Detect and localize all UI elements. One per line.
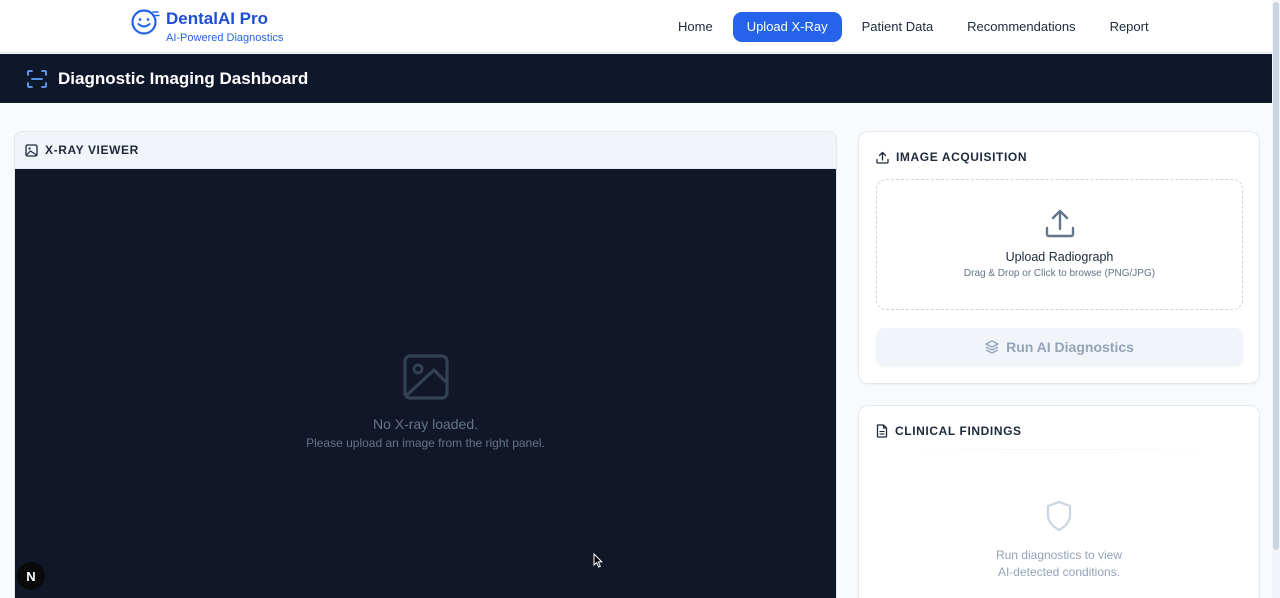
page-scrollbar[interactable] [1272,0,1280,598]
nav-recommendations[interactable]: Recommendations [953,12,1089,42]
upload-dropzone[interactable]: Upload Radiograph Drag & Drop or Click t… [876,179,1243,310]
xray-viewer-panel: X-RAY VIEWER No X-ray loaded. Please upl… [14,131,837,598]
findings-empty-line2: AI-detected conditions. [997,565,1121,579]
brand-name: DentalAI Pro [166,9,269,28]
nav-patient-data[interactable]: Patient Data [848,12,948,42]
brand-tagline: AI-Powered Diagnostics [166,32,284,44]
main-nav: Home Upload X-Ray Patient Data Recommend… [664,12,1169,42]
findings-empty-state: Run diagnostics to view AI-detected cond… [859,500,1259,581]
clinical-findings-card: CLINICAL FINDINGS Run diagnostics to vie… [858,405,1260,598]
nextjs-badge-label: N [26,568,36,584]
dropzone-title: Upload Radiograph [1005,250,1114,264]
image-icon [25,143,38,157]
image-placeholder-icon [402,354,449,400]
upload-icon [876,151,889,164]
layers-icon [985,340,999,354]
dashboard-header: Diagnostic Imaging Dashboard [0,54,1272,103]
nav-home[interactable]: Home [664,12,727,42]
shield-icon [1046,500,1072,532]
page-title: Diagnostic Imaging Dashboard [58,68,309,88]
clinical-findings-title: CLINICAL FINDINGS [895,424,1022,438]
image-acquisition-card: IMAGE ACQUISITION Upload Radiograph Drag… [858,131,1260,384]
xray-empty-title: No X-ray loaded. [372,416,479,432]
xray-viewer-header: X-RAY VIEWER [15,132,836,169]
image-acquisition-title: IMAGE ACQUISITION [896,150,1028,164]
dropzone-subtitle: Drag & Drop or Click to browse (PNG/JPG) [963,268,1156,279]
xray-empty-subtitle: Please upload an image from the right pa… [306,436,545,450]
mouse-cursor-icon [593,553,603,568]
nav-report[interactable]: Report [1096,12,1163,42]
document-icon [876,424,888,438]
scrollbar-thumb[interactable] [1273,2,1279,550]
nav-upload-xray[interactable]: Upload X-Ray [732,12,842,42]
xray-empty-state: No X-ray loaded. Please upload an image … [15,353,836,450]
scan-icon [27,69,47,88]
findings-empty-line1: Run diagnostics to view [995,548,1123,562]
findings-divider [876,449,1243,450]
smile-tooth-icon [131,9,160,35]
top-navbar: DentalAI Pro AI-Powered Diagnostics Home… [0,0,1272,53]
xray-canvas[interactable]: No X-ray loaded. Please upload an image … [15,169,836,598]
brand-logo[interactable]: DentalAI Pro AI-Powered Diagnostics [130,6,283,45]
run-ai-diagnostics-button[interactable]: Run AI Diagnostics [876,328,1243,366]
upload-cloud-icon [1045,209,1074,238]
run-ai-diagnostics-label: Run AI Diagnostics [1006,339,1134,355]
nextjs-dev-badge[interactable]: N [17,562,45,590]
xray-viewer-title: X-RAY VIEWER [45,143,139,157]
